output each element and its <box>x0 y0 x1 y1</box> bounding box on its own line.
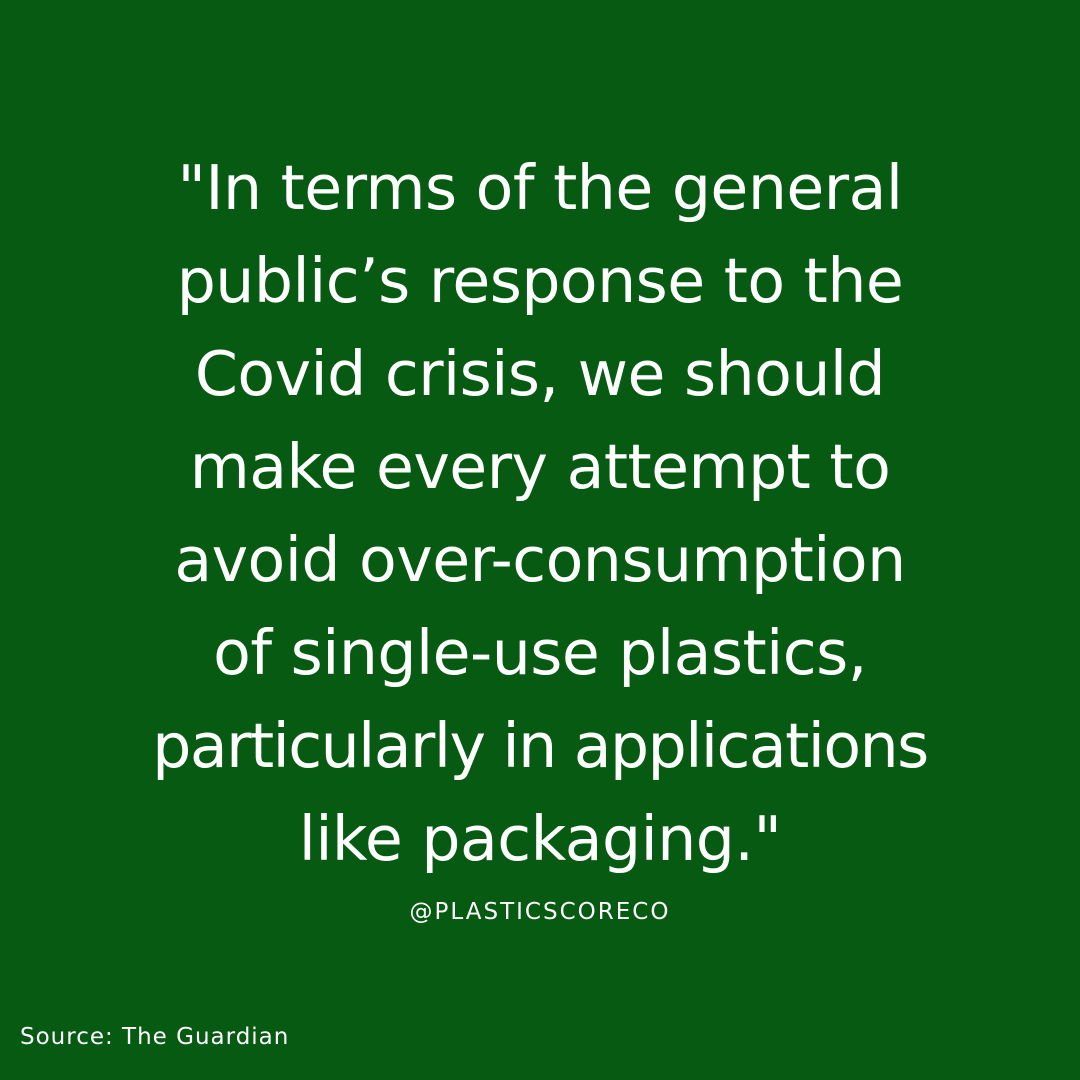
quote-line: avoid over-consumption <box>174 524 906 596</box>
source-credit: Source: The Guardian <box>20 1024 290 1050</box>
quote-line: public’s response to the <box>176 245 904 317</box>
quote-line: particularly in applications <box>152 710 929 782</box>
quote-line: Covid crisis, we should <box>194 338 886 410</box>
quote-line: "In terms of the general <box>177 152 903 224</box>
quote-line: make every attempt to <box>189 431 891 503</box>
social-handle: @PLASTICSCORECO <box>409 899 671 925</box>
quote-line: like packaging." <box>298 803 782 875</box>
quote-text: "In terms of the general public’s respon… <box>0 142 1080 886</box>
quote-line: of single-use plastics, <box>213 617 867 689</box>
